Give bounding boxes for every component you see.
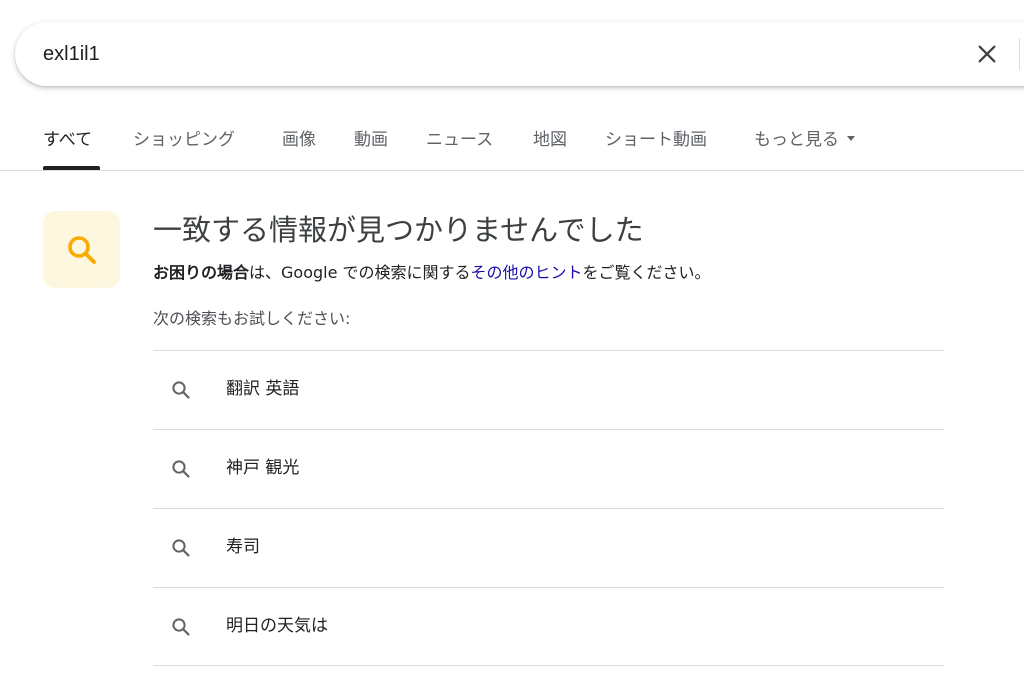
suggestion-item[interactable]: 寿司	[153, 508, 944, 587]
tab-news[interactable]: ニュース	[426, 128, 493, 152]
tab-all[interactable]: すべて	[43, 128, 92, 152]
search-bar	[15, 22, 1024, 86]
search-icon	[67, 235, 96, 264]
no-results-icon-box	[43, 211, 120, 288]
tab-shopping[interactable]: ショッピング	[133, 128, 235, 152]
close-icon	[978, 45, 996, 63]
hint-text-pre: は、Google での検索に関する	[249, 263, 471, 282]
tab-more[interactable]: もっと見る	[754, 128, 855, 152]
caret-down-icon	[847, 135, 855, 141]
search-icon	[172, 381, 190, 399]
tab-images[interactable]: 画像	[282, 128, 316, 152]
more-tips-link[interactable]: その他のヒント	[471, 263, 583, 282]
active-tab-indicator	[43, 166, 100, 170]
suggestion-text: 神戸 観光	[226, 458, 300, 478]
search-icon	[172, 539, 190, 557]
search-input[interactable]	[43, 22, 923, 86]
suggestion-list: 翻訳 英語 神戸 観光 寿司 明日の天気は	[153, 350, 944, 666]
search-tabs: すべて ショッピング 画像 動画 ニュース 地図 ショート動画 もっと見る	[0, 118, 1024, 171]
search-icon	[172, 460, 190, 478]
suggestion-item[interactable]: 神戸 観光	[153, 429, 944, 508]
search-bar-divider	[1019, 38, 1020, 70]
hint-bold-text: お困りの場合	[153, 263, 250, 282]
tab-more-label: もっと見る	[754, 130, 839, 150]
clear-search-button[interactable]	[967, 34, 1007, 74]
tab-videos[interactable]: 動画	[354, 128, 388, 152]
tab-short-videos[interactable]: ショート動画	[605, 128, 707, 152]
try-searches-label: 次の検索もお試しください:	[153, 309, 351, 328]
suggestion-text: 翻訳 英語	[226, 379, 300, 399]
help-hint-text: お困りの場合は、Google での検索に関するその他のヒントをご覧ください。	[153, 261, 711, 285]
suggestion-item[interactable]: 明日の天気は	[153, 587, 944, 666]
tab-maps[interactable]: 地図	[533, 128, 567, 152]
suggestion-text: 明日の天気は	[226, 616, 328, 636]
suggestion-text: 寿司	[226, 537, 260, 557]
hint-text-post: をご覧ください。	[582, 263, 711, 282]
suggestion-item[interactable]: 翻訳 英語	[153, 350, 944, 429]
no-results-title: 一致する情報が見つかりませんでした	[153, 213, 644, 247]
search-icon	[172, 618, 190, 636]
